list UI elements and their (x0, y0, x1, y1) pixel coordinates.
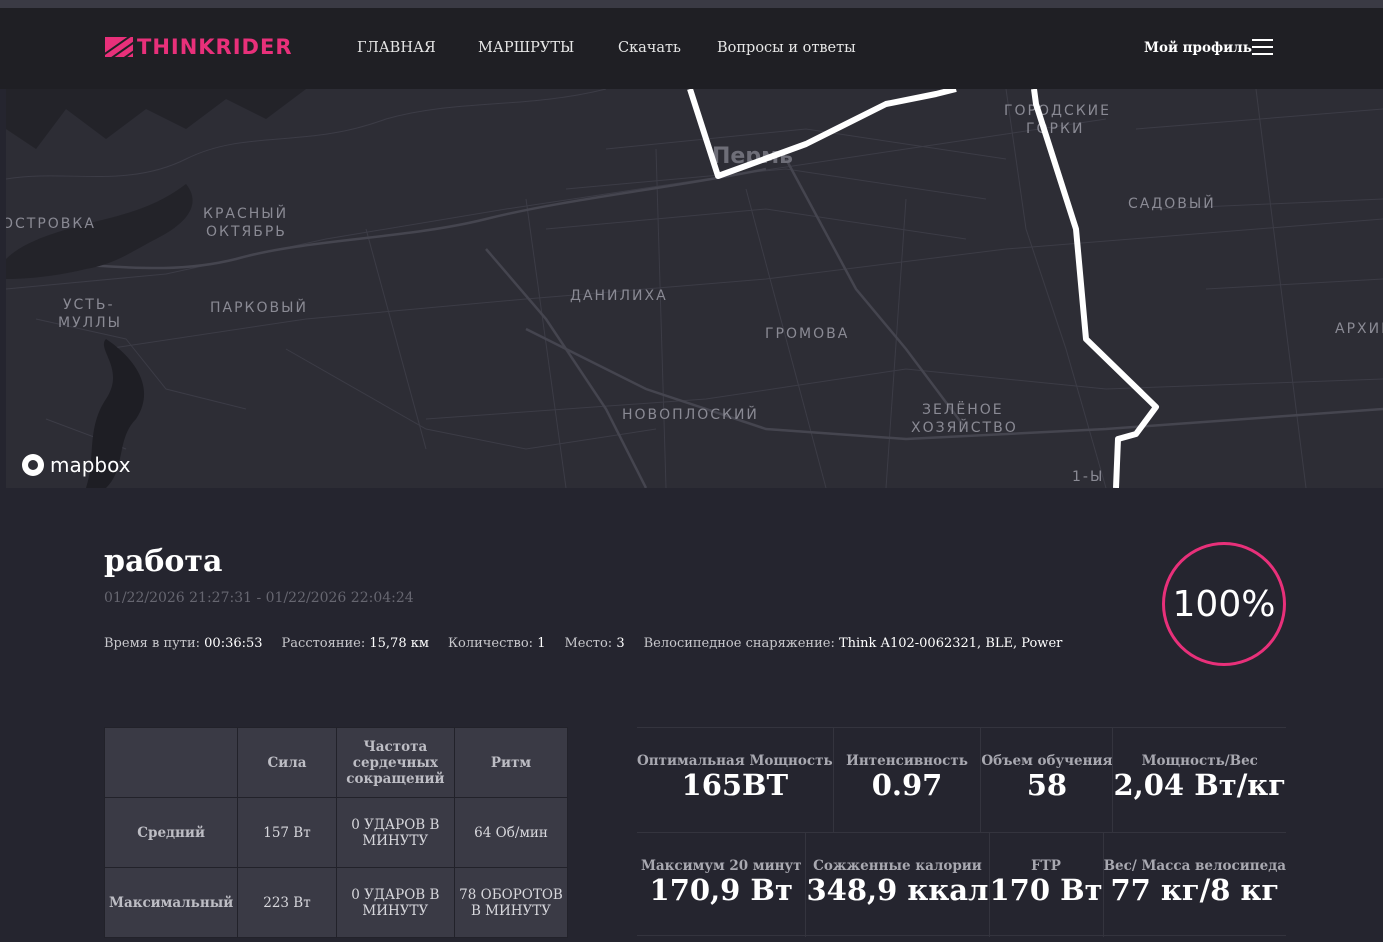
cell-max-cadence: 78 ОБОРОТОВ В МИНУТУ (454, 867, 568, 938)
map-label-ust-1: УСТЬ- (63, 297, 115, 313)
nav-routes[interactable]: МАРШРУТЫ (478, 40, 574, 56)
summary-intensity: Интенсивность 0.97 (834, 728, 982, 832)
table-header-cadence: Ритм (454, 727, 568, 798)
map-label-ust-2: МУЛЛЫ (58, 315, 122, 331)
summary-ftp: FTP 170 Вт (990, 833, 1104, 937)
cell-max-power: 223 Вт (237, 867, 337, 938)
map-label-zelenoe-1: ЗЕЛЁНОЕ (922, 400, 1004, 418)
map-label-danilikha: ДАНИЛИХА (570, 288, 668, 304)
cell-avg-heartrate: 0 УДАРОВ В МИНУТУ (335, 797, 456, 868)
mapbox-attribution[interactable]: mapbox (22, 453, 131, 477)
table-header-empty (103, 727, 239, 798)
summary-row-1: Оптимальная Мощность 165ВТ Интенсивность 0… (637, 727, 1286, 832)
meta-place: Место: 3 (564, 636, 625, 651)
logo-text: THINKRIDER (137, 35, 293, 59)
meta-equipment: Велосипедное снаряжение: Think A102-0062… (643, 636, 1063, 651)
map-label-gorky-2: ГОРКИ (1026, 121, 1084, 137)
summary-max20: Максимум 20 минут 170,9 Вт (637, 833, 807, 937)
map-label-parkovy: ПАРКОВЫЙ (210, 298, 308, 316)
cell-avg-cadence: 64 Об/мин (454, 797, 568, 868)
nav-download[interactable]: Скачать (618, 40, 681, 56)
map-label-ostrovka: ОСТРОВКА (6, 216, 96, 232)
summary-power-weight: Мощность/Вес 2,04 Вт/кг (1113, 753, 1286, 802)
summary-calories: Сожженные калории 348,9 ккал (806, 833, 990, 937)
nav-home[interactable]: ГЛАВНАЯ (357, 40, 436, 56)
map-label-novoploskiy: НОВОПЛОСКИЙ (622, 405, 759, 423)
cell-max-heartrate: 0 УДАРОВ В МИНУТУ (335, 867, 456, 938)
table-row: Максимальный 223 Вт 0 УДАРОВ В МИНУТУ 78… (103, 867, 568, 938)
mapbox-logo-icon (22, 454, 44, 476)
map-canvas: ОСТРОВКА КРАСНЫЙ ОКТЯБРЬ УСТЬ- МУЛЛЫ ПАР… (6, 89, 1383, 488)
site-header: THINKRIDER ГЛАВНАЯ МАРШРУТЫ Скачать Вопр… (0, 8, 1383, 89)
activity-meta: Время в пути: 00:36:53 Расстояние: 15,78… (104, 636, 1062, 651)
thinkrider-logo[interactable]: THINKRIDER (105, 35, 293, 59)
route-map[interactable]: ОСТРОВКА КРАСНЫЙ ОКТЯБРЬ УСТЬ- МУЛЛЫ ПАР… (6, 89, 1383, 488)
summary-grid: Оптимальная Мощность 165ВТ Интенсивность 0… (637, 727, 1286, 937)
map-label-zelenoe-2: ХОЗЯЙСТВО (911, 418, 1018, 436)
cell-avg-power: 157 Вт (237, 797, 337, 868)
mapbox-text: mapbox (50, 453, 131, 477)
map-label-1y: 1-Ы (1072, 469, 1104, 485)
summary-weights: Вес/ Масса велосипеда 77 кг/8 кг (1103, 858, 1286, 907)
activity-dates: 01/22/2026 21:27:31 - 01/22/2026 22:04:2… (104, 590, 414, 606)
summary-training-load: Объем обучения 58 (981, 728, 1114, 832)
map-label-krasny-2: ОКТЯБРЬ (206, 224, 287, 240)
profile-link[interactable]: Мой профиль (1144, 40, 1252, 56)
summary-row-2: Максимум 20 минут 170,9 Вт Сожженные кало… (637, 832, 1286, 937)
activity-title: работа (104, 544, 223, 579)
meta-time: Время в пути: 00:36:53 (104, 636, 263, 651)
table-header-power: Сила (237, 727, 337, 798)
map-label-sadovy: САДОВЫЙ (1128, 194, 1216, 212)
summary-bottom-divider (637, 935, 1286, 936)
summary-np: Оптимальная Мощность 165ВТ (637, 728, 834, 832)
map-label-krasny-1: КРАСНЫЙ (203, 204, 288, 222)
meta-distance: Расстояние: 15,78 км (281, 636, 429, 651)
menu-icon[interactable] (1252, 39, 1273, 55)
browser-top-strip (0, 0, 1383, 8)
table-header-row: Сила Частота сердечных сокращений Ритм (103, 727, 568, 798)
stats-table: Сила Частота сердечных сокращений Ритм С… (103, 727, 568, 938)
row-label-max: Максимальный (103, 867, 239, 938)
meta-count: Количество: 1 (447, 636, 546, 651)
table-row: Средний 157 Вт 0 УДАРОВ В МИНУТУ 64 Об/м… (103, 797, 568, 868)
nav-faq[interactable]: Вопросы и ответы (717, 40, 856, 56)
table-header-heartrate: Частота сердечных сокращений (335, 727, 456, 798)
completion-circle: 100% (1162, 542, 1286, 666)
logo-mark-icon (105, 37, 133, 57)
row-label-average: Средний (103, 797, 239, 868)
map-label-arkhie: АРХИЕ (1335, 321, 1383, 337)
map-label-gromova: ГРОМОВА (765, 326, 849, 342)
map-label-gorky-1: ГОРОДСКИЕ (1004, 103, 1111, 119)
